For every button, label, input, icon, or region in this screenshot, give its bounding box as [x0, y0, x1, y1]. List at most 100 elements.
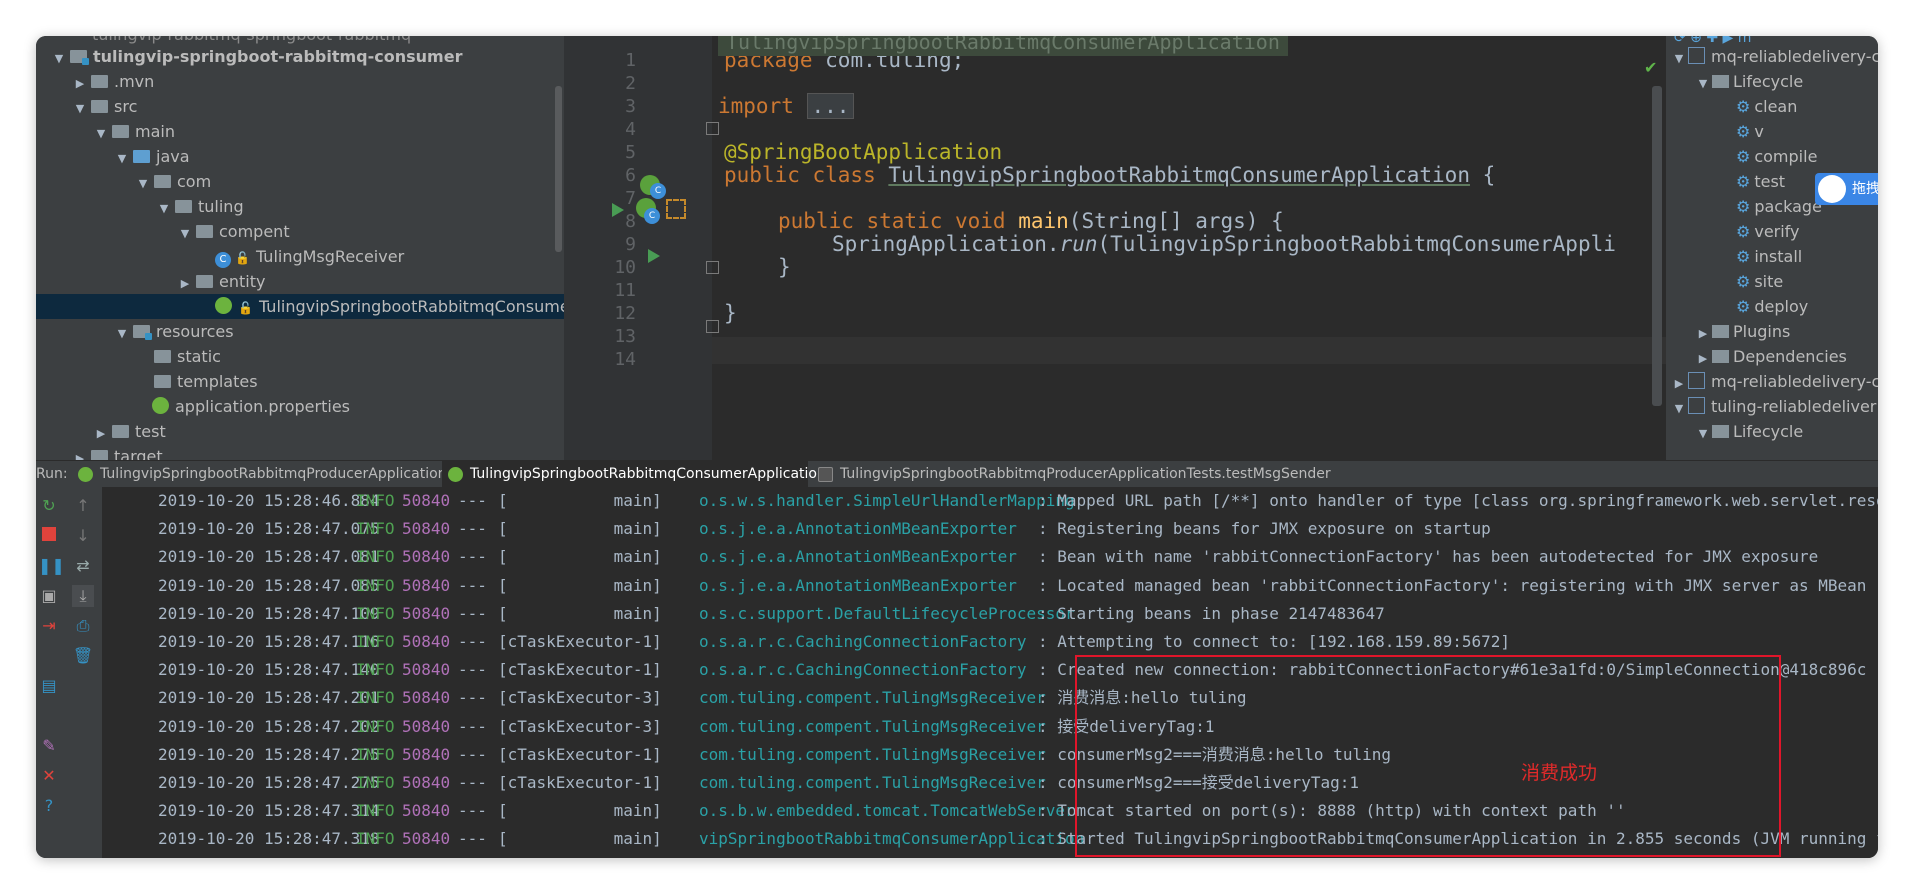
log-thread: [ main]: [498, 801, 662, 821]
log-thread: [cTaskExecutor-1]: [498, 744, 662, 764]
expanded-arrow-icon[interactable]: ▼: [1694, 421, 1712, 446]
expanded-arrow-icon[interactable]: ▼: [113, 321, 131, 346]
maven-item-mq-reliabledelivery-c[interactable]: ▼ mq-reliabledelivery-c: [1670, 44, 1878, 69]
tree-item-compent[interactable]: ▼ compent: [36, 219, 290, 244]
tree-item-tuling[interactable]: ▼ tuling: [36, 194, 244, 219]
maven-item-site[interactable]: ⚙ site: [1718, 269, 1783, 294]
package-icon: [175, 200, 192, 213]
tree-item-application-properties[interactable]: application.properties: [36, 394, 350, 419]
maven-item-deploy[interactable]: ⚙ deploy: [1718, 294, 1808, 319]
run-main-icon[interactable]: [648, 249, 660, 263]
gear-icon: ⚙: [1736, 272, 1751, 291]
maven-item-label: tuling-reliabledeliver: [1711, 397, 1877, 416]
pause-icon[interactable]: ❚❚: [38, 555, 65, 577]
scroll-up-icon[interactable]: ↑: [72, 495, 94, 517]
code-editor[interactable]: package com.tuling; import ... @SpringBo…: [712, 36, 1702, 460]
tree-item-com[interactable]: ▼ com: [36, 169, 211, 194]
scroll-down-icon[interactable]: ↓: [72, 525, 94, 547]
tree-item-tulingvip-springboot-rabbitmq-consumer[interactable]: ▼ tulingvip-springboot-rabbitmq-consumer: [36, 44, 463, 71]
tree-item-target[interactable]: ▶ target: [36, 444, 163, 460]
pin-icon[interactable]: ✎: [38, 735, 60, 757]
collapsed-arrow-icon[interactable]: ▶: [92, 421, 110, 446]
expanded-arrow-icon[interactable]: ▼: [1670, 46, 1688, 71]
maven-item-test[interactable]: ⚙ test: [1718, 169, 1785, 194]
folder-icon: [112, 425, 129, 438]
tree-item-java[interactable]: ▼ java: [36, 144, 190, 169]
project-tree[interactable]: tulingvip-rabbitmq-springboot-rabbitmq ▼…: [36, 36, 564, 460]
expanded-arrow-icon[interactable]: ▼: [155, 196, 173, 221]
maven-item-verify[interactable]: ⚙ verify: [1718, 219, 1800, 244]
log-line: 2019-10-20 15:28:47.109 INFO 50840 --- [ mai…: [102, 600, 1878, 628]
collapsed-arrow-icon[interactable]: ▶: [71, 71, 89, 96]
print-icon[interactable]: ⎙: [72, 615, 94, 637]
maven-item-lifecycle[interactable]: ▼ Lifecycle: [1694, 69, 1803, 94]
tree-item-label: application.properties: [175, 397, 350, 416]
clear-all-icon[interactable]: 🗑: [72, 645, 94, 667]
expanded-arrow-icon[interactable]: ▼: [1694, 71, 1712, 96]
editor-scrollbar[interactable]: [1652, 86, 1662, 406]
layout-icon[interactable]: ▤: [38, 675, 60, 697]
collapsed-arrow-icon[interactable]: ▶: [1694, 321, 1712, 346]
log-logger: vipSpringbootRabbitmqConsumerApplication: [699, 829, 1085, 849]
tree-item--mvn[interactable]: ▶ .mvn: [36, 69, 155, 96]
maven-item-package[interactable]: ⚙ package: [1718, 194, 1822, 219]
editor-breadcrumb-tab[interactable]: TulingvipSpringbootRabbitmqConsumerAppli…: [718, 36, 1288, 56]
help-icon[interactable]: ?: [38, 795, 60, 817]
expanded-arrow-icon[interactable]: ▼: [134, 171, 152, 196]
tree-item-label: com: [177, 172, 212, 191]
maven-panel[interactable]: ⟳ ⊕ ✚ ▶ m ▼ mq-reliabledelivery-c ▼ Lifecyc…: [1666, 36, 1878, 460]
soft-wrap-icon[interactable]: ⇄: [72, 555, 94, 577]
tree-item-resources[interactable]: ▼ resources: [36, 319, 234, 344]
maven-item-dependencies[interactable]: ▶ Dependencies: [1694, 344, 1847, 369]
tree-item-src[interactable]: ▼ src: [36, 94, 138, 121]
run-class-icon[interactable]: [612, 203, 624, 217]
success-annotation: 消费成功: [1521, 762, 1598, 784]
line-number: 10: [614, 257, 636, 278]
close-icon[interactable]: ✕: [38, 765, 60, 787]
run-tab-2[interactable]: TulingvipSpringbootRabbitmqConsumerAppli…: [442, 461, 826, 488]
folded-imports[interactable]: ...: [806, 93, 855, 119]
tree-item-tulingmsgreceiver[interactable]: C 🔓 TulingMsgReceiver: [36, 244, 404, 269]
run-tab-1[interactable]: TulingvipSpringbootRabbitmqProducerAppli…: [72, 461, 447, 488]
fold-import-icon[interactable]: [706, 122, 719, 135]
exit-icon[interactable]: ⇥: [38, 615, 60, 637]
collapsed-arrow-icon[interactable]: ▶: [71, 446, 89, 460]
gear-icon: ⚙: [1736, 122, 1751, 141]
maven-item-compile[interactable]: ⚙ compile: [1718, 144, 1817, 169]
maven-item-install[interactable]: ⚙ install: [1718, 244, 1802, 269]
rerun-icon[interactable]: ↻: [38, 495, 60, 517]
maven-item-mq-reliabledelivery-c[interactable]: ▶ mq-reliabledelivery-c: [1670, 369, 1878, 394]
dump-threads-icon[interactable]: ▣: [38, 585, 60, 607]
expanded-arrow-icon[interactable]: ▼: [92, 121, 110, 146]
maven-item-plugins[interactable]: ▶ Plugins: [1694, 319, 1791, 346]
scroll-to-end-icon[interactable]: ⤓: [72, 585, 94, 607]
tree-item-test[interactable]: ▶ test: [36, 419, 166, 444]
expanded-arrow-icon[interactable]: ▼: [1670, 396, 1688, 421]
tree-item-tulingvipspringbootrabbitmqconsumerapplication[interactable]: 🔓 TulingvipSpringbootRabbitmqConsumerAppl…: [36, 294, 564, 319]
tree-item-templates[interactable]: templates: [36, 369, 258, 394]
expanded-arrow-icon[interactable]: ▼: [71, 96, 89, 121]
expanded-arrow-icon[interactable]: ▼: [113, 146, 131, 171]
fold-method-open-icon[interactable]: [706, 261, 719, 274]
maven-item-tuling-reliabledeliver[interactable]: ▼ tuling-reliabledeliver: [1670, 394, 1876, 419]
expanded-arrow-icon[interactable]: ▼: [50, 46, 68, 71]
tree-item-static[interactable]: static: [36, 344, 221, 369]
line-number: 6: [625, 165, 636, 186]
baidu-drag-overlay[interactable]: 拖拽上: [1815, 173, 1878, 205]
collapsed-arrow-icon[interactable]: ▶: [1670, 371, 1688, 396]
tree-item-main[interactable]: ▼ main: [36, 119, 175, 144]
maven-item-v[interactable]: ⚙ v: [1718, 119, 1764, 144]
fold-method-close-icon[interactable]: [706, 320, 719, 333]
collapsed-arrow-icon[interactable]: ▶: [176, 271, 194, 296]
log-timestamp: 2019-10-20 15:28:47.075: [158, 519, 380, 539]
tree-item-entity[interactable]: ▶ entity: [36, 269, 266, 296]
collapsed-arrow-icon[interactable]: ▶: [1694, 346, 1712, 371]
bean-grid-icon[interactable]: [666, 199, 686, 219]
stop-icon[interactable]: [38, 525, 60, 547]
project-tree-scrollbar[interactable]: [555, 86, 562, 252]
maven-item-lifecycle[interactable]: ▼ Lifecycle: [1694, 419, 1803, 444]
line-number: 12: [614, 303, 636, 324]
maven-item-clean[interactable]: ⚙ clean: [1718, 94, 1797, 119]
expanded-arrow-icon[interactable]: ▼: [176, 221, 194, 246]
run-tab-3[interactable]: TulingvipSpringbootRabbitmqProducerAppli…: [812, 461, 1352, 488]
